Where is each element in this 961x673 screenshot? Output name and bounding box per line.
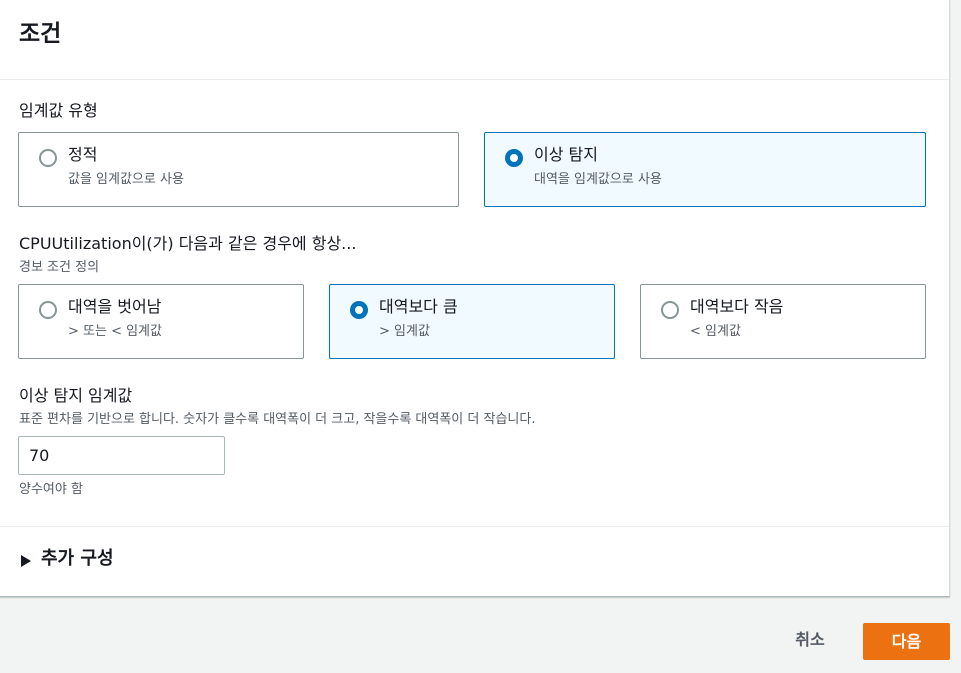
greater-than-band-radio[interactable]: [350, 301, 368, 319]
anomaly-threshold-constraint: 양수여야 함: [19, 482, 83, 497]
static-option-desc: 값을 임계값으로 사용: [68, 172, 184, 187]
anomaly-detection-radio[interactable]: [505, 149, 523, 167]
outside-band-title: 대역을 벗어남: [68, 297, 162, 316]
lower-than-band-title: 대역보다 작음: [690, 297, 784, 316]
condition-outside-band-option[interactable]: 대역을 벗어남 > 또는 < 임계값: [18, 284, 304, 359]
anomaly-threshold-desc: 표준 편차를 기반으로 합니다. 숫자가 클수록 대역폭이 더 크고, 작을수록…: [19, 412, 536, 427]
lower-than-band-desc: < 임계값: [690, 324, 741, 339]
cancel-button[interactable]: 취소: [779, 625, 841, 657]
next-button[interactable]: 다음: [863, 623, 950, 660]
conditions-panel: 조건 임계값 유형 정적 값을 임계값으로 사용 이상 탐지 대역을 임계값으로…: [0, 0, 950, 597]
static-option-title: 정적: [68, 145, 98, 164]
threshold-type-static-option[interactable]: 정적 값을 임계값으로 사용: [18, 132, 459, 207]
threshold-type-anomaly-option[interactable]: 이상 탐지 대역을 임계값으로 사용: [484, 132, 926, 207]
anomaly-threshold-input[interactable]: 70: [18, 436, 225, 475]
additional-configuration-label: 추가 구성: [41, 548, 114, 569]
anomaly-option-desc: 대역을 임계값으로 사용: [534, 172, 662, 187]
anomaly-threshold-label: 이상 탐지 임계값: [19, 386, 133, 405]
condition-label: CPUUtilization이(가) 다음과 같은 경우에 항상...: [19, 234, 357, 253]
greater-than-band-desc: > 임계값: [379, 324, 430, 339]
condition-greater-than-band-option[interactable]: 대역보다 큼 > 임계값: [329, 284, 615, 359]
greater-than-band-title: 대역보다 큼: [379, 297, 458, 316]
static-radio[interactable]: [39, 149, 57, 167]
lower-than-band-radio[interactable]: [661, 301, 679, 319]
outside-band-desc: > 또는 < 임계값: [68, 324, 162, 339]
panel-title: 조건: [19, 21, 62, 47]
divider: [0, 526, 949, 527]
outside-band-radio[interactable]: [39, 301, 57, 319]
panel-header: 조건: [0, 0, 949, 80]
anomaly-option-title: 이상 탐지: [534, 145, 598, 164]
condition-desc: 경보 조건 정의: [19, 260, 100, 275]
threshold-type-label: 임계값 유형: [19, 101, 98, 120]
caret-right-icon: [21, 555, 31, 567]
condition-lower-than-band-option[interactable]: 대역보다 작음 < 임계값: [640, 284, 926, 359]
